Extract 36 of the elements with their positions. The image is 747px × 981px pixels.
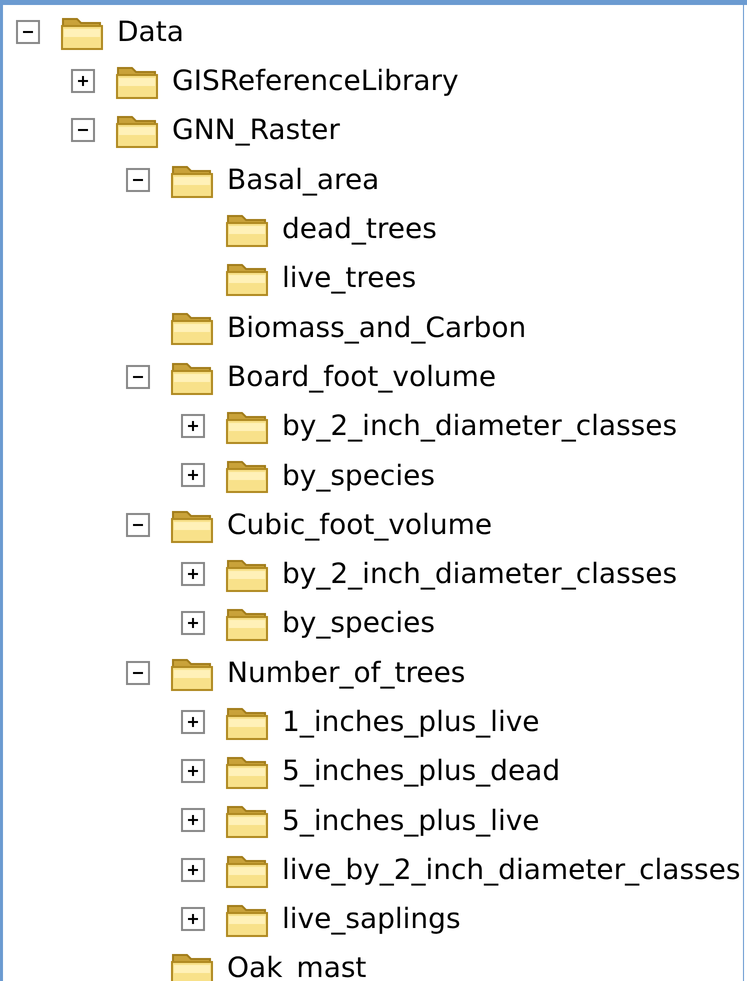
expand-toggle[interactable] — [181, 906, 205, 931]
expand-toggle[interactable] — [181, 710, 205, 734]
collapse-toggle[interactable] — [16, 20, 40, 44]
folder-label[interactable]: Basal_area — [227, 162, 380, 196]
folder-label[interactable]: by_species — [282, 458, 435, 492]
folder-label[interactable]: Biomass_and_Carbon — [227, 310, 526, 344]
folder-label[interactable]: Board_foot_volume — [227, 360, 496, 394]
folder-label[interactable]: live_saplings — [282, 902, 461, 936]
folder-label[interactable]: GISReferenceLibrary — [172, 64, 459, 98]
folder-label[interactable]: by_2_inch_diameter_classes — [282, 409, 678, 443]
expand-toggle[interactable] — [181, 808, 205, 832]
collapse-toggle[interactable] — [126, 512, 150, 537]
expand-toggle[interactable] — [181, 463, 205, 488]
expand-toggle[interactable] — [181, 562, 205, 586]
folder-label[interactable]: GNN_Raster — [172, 113, 340, 148]
folder-label[interactable]: 5_inches_plus_live — [282, 804, 540, 838]
expand-toggle[interactable] — [181, 414, 205, 438]
folder-label[interactable]: Number_of_trees — [227, 656, 466, 690]
expand-toggle[interactable] — [181, 759, 205, 784]
collapse-toggle[interactable] — [126, 168, 150, 192]
expand-toggle[interactable] — [181, 858, 205, 882]
expand-toggle[interactable] — [181, 611, 205, 636]
folder-label[interactable]: live_trees — [282, 261, 416, 295]
folder-label[interactable]: Data — [117, 14, 184, 48]
collapse-toggle[interactable] — [71, 118, 95, 142]
collapse-toggle[interactable] — [126, 364, 150, 389]
folder-label[interactable]: by_2_inch_diameter_classes — [282, 557, 678, 591]
folder-label[interactable]: 1_inches_plus_live — [282, 705, 540, 739]
expand-toggle[interactable] — [71, 68, 95, 93]
folder-label[interactable]: by_species — [282, 606, 435, 640]
folder-label[interactable]: 5_inches_plus_dead — [282, 754, 560, 788]
folder-label[interactable]: Cubic_foot_volume — [227, 508, 492, 542]
folder-label[interactable]: dead_trees — [282, 212, 437, 246]
folder-label[interactable]: live_by_2_inch_diameter_classes — [282, 852, 740, 886]
folder-label[interactable]: Oak_mast — [227, 951, 366, 981]
collapse-toggle[interactable] — [126, 660, 150, 684]
